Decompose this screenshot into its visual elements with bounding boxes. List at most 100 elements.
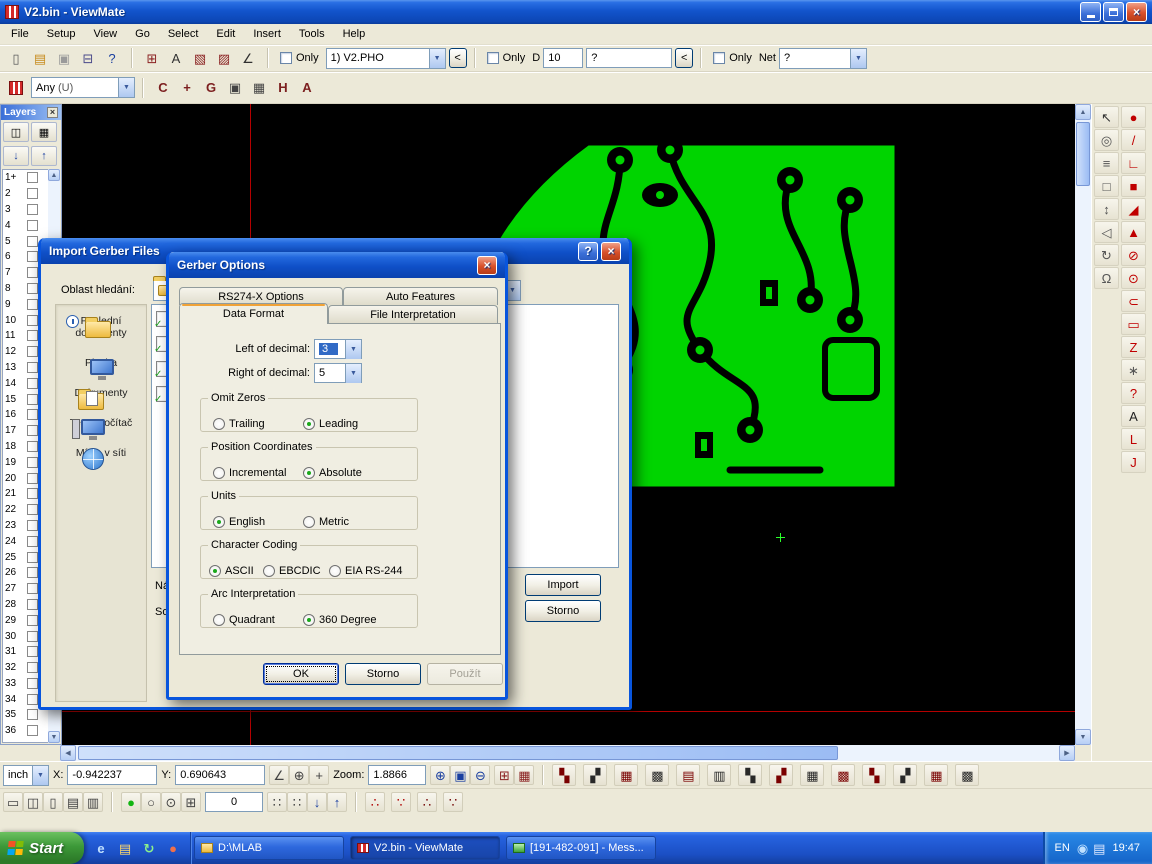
scroll-down-icon[interactable]: ▼ [48, 731, 60, 743]
layer-swatch[interactable] [27, 220, 38, 231]
layer-swatch[interactable] [27, 552, 38, 563]
pad-pattern-icon[interactable]: ∵ [443, 792, 463, 812]
radio-quadrant[interactable]: Quadrant [213, 614, 275, 626]
radio-leading[interactable]: Leading [303, 418, 358, 430]
tab-auto-features[interactable]: Auto Features [343, 287, 498, 305]
origin-icon[interactable]: ⊕ [289, 765, 309, 785]
zoom-out-icon[interactable]: ⊖ [470, 765, 490, 785]
layer-swatch[interactable] [27, 536, 38, 547]
film-view-icon[interactable]: ▭ [3, 792, 23, 812]
restore-button[interactable] [1103, 2, 1124, 22]
layer-row[interactable]: 1+ [3, 170, 49, 186]
dcode-pattern-icon[interactable]: ▦ [924, 764, 948, 786]
dcode-pattern-icon[interactable]: ▦ [800, 764, 824, 786]
layer-swatch[interactable] [27, 678, 38, 689]
layer-swatch[interactable] [27, 315, 38, 326]
layer-swatch[interactable] [27, 646, 38, 657]
ok-button[interactable]: OK [263, 663, 339, 685]
radio-360-degree[interactable]: 360 Degree [303, 614, 377, 626]
only-net-checkbox[interactable]: Only [713, 52, 752, 64]
fill-mode-icon[interactable]: ▧ [188, 47, 212, 69]
layer-table-icon[interactable]: ▦ [31, 122, 57, 142]
layer-swatch[interactable] [27, 662, 38, 673]
scroll-up-icon[interactable]: ▲ [1075, 104, 1091, 120]
rotate-icon[interactable]: ↻ [1094, 244, 1119, 266]
radio-trailing[interactable]: Trailing [213, 418, 265, 430]
measure-xy-icon[interactable]: ∠ [269, 765, 289, 785]
radio-ascii[interactable]: ASCII [209, 565, 254, 577]
crosshair-icon[interactable]: + [309, 765, 329, 785]
measure-icon[interactable]: ∠ [236, 47, 260, 69]
layer-swatch[interactable] [27, 441, 38, 452]
layer-row[interactable]: 36 [3, 723, 49, 739]
dcode-pattern-icon[interactable]: ▩ [955, 764, 979, 786]
menu-item[interactable]: View [84, 25, 126, 43]
grid-table-icon[interactable]: ▦ [514, 765, 534, 785]
close-button[interactable]: × [1126, 2, 1147, 22]
aperture-h-icon[interactable]: H [271, 77, 295, 99]
dcode-pattern-icon[interactable]: ▥ [707, 764, 731, 786]
radio-english[interactable]: English [213, 516, 265, 528]
probe-dot-icon[interactable]: ⊙ [161, 792, 181, 812]
negative-view-icon[interactable]: ▯ [43, 792, 63, 812]
only-layer-checkbox[interactable]: Only [280, 52, 319, 64]
menu-item[interactable]: File [2, 25, 38, 43]
zoom-window-icon[interactable]: ▣ [450, 765, 470, 785]
layer-stack-icon[interactable]: ≡ [1094, 152, 1119, 174]
dcode-value-field[interactable]: 10 [543, 48, 583, 68]
place-my-computer[interactable]: Tento počítač [58, 417, 144, 429]
draw-pad-icon[interactable]: ● [1121, 106, 1146, 128]
layer-palette-icon[interactable] [4, 77, 28, 99]
move-layer-up-icon[interactable]: ↑ [31, 146, 57, 166]
layer-swatch[interactable] [27, 188, 38, 199]
frame-select-icon[interactable]: □ [1094, 175, 1119, 197]
horizontal-scrollbar[interactable]: ◀ ▶ [60, 745, 1075, 761]
radio-absolute[interactable]: Absolute [303, 467, 362, 479]
layer-swatch[interactable] [27, 204, 38, 215]
grid-on-icon[interactable]: ⊞ [494, 765, 514, 785]
pad-pattern-icon[interactable]: ∵ [391, 792, 411, 812]
layer-swatch[interactable] [27, 567, 38, 578]
horizontal-scroll-thumb[interactable] [78, 746, 838, 760]
taskbar-task-mlab[interactable]: D:\MLAB [194, 836, 344, 860]
place-desktop[interactable]: Plocha [58, 357, 144, 369]
start-button[interactable]: Start [0, 832, 84, 864]
dcode-query-field[interactable]: ? [586, 48, 672, 68]
scroll-up-icon[interactable]: ▲ [48, 169, 60, 181]
layer-columns-icon[interactable]: ◫ [3, 122, 29, 142]
magnet-icon[interactable]: Ω [1094, 267, 1119, 289]
layer-swatch[interactable] [27, 378, 38, 389]
layer-swatch[interactable] [27, 504, 38, 515]
tab-data-format[interactable]: Data Format [179, 303, 328, 324]
right-of-decimal-combo[interactable]: 5 ▼ [314, 363, 362, 383]
dcode-pattern-icon[interactable]: ▞ [769, 764, 793, 786]
clock[interactable]: 19:47 [1112, 842, 1140, 854]
dcode-pattern-icon[interactable]: ▚ [552, 764, 576, 786]
layer-swatch[interactable] [27, 631, 38, 642]
l-command-icon[interactable]: L [1121, 428, 1146, 450]
net-combo[interactable]: ? ▼ [779, 48, 867, 69]
language-indicator[interactable]: EN [1055, 842, 1070, 854]
layer-swatch[interactable] [27, 299, 38, 310]
prev-layer-button[interactable]: < [449, 48, 467, 68]
layer-combo[interactable]: 1) V2.PHO ▼ [326, 48, 446, 69]
menu-item[interactable]: Insert [244, 25, 290, 43]
aperture-c-icon[interactable]: C [151, 77, 175, 99]
dot-grid-snap-icon[interactable]: ∷ [287, 792, 307, 812]
redraw-icon[interactable]: ◎ [1094, 129, 1119, 151]
layer-swatch[interactable] [27, 330, 38, 341]
open-folder-icon[interactable]: ▤ [28, 47, 52, 69]
layer-swatch[interactable] [27, 725, 38, 736]
text-tool-icon[interactable]: A [1121, 405, 1146, 427]
dcode-pattern-icon[interactable]: ▩ [645, 764, 669, 786]
dcode-pattern-icon[interactable]: ▚ [862, 764, 886, 786]
ie-icon[interactable]: e [92, 839, 110, 857]
move-layer-down-icon[interactable]: ↓ [3, 146, 29, 166]
print-icon[interactable]: ⊟ [76, 47, 100, 69]
unit-combo[interactable]: inch ▼ [3, 765, 49, 786]
layer-swatch[interactable] [27, 425, 38, 436]
layer-swatch[interactable] [27, 599, 38, 610]
layer-row[interactable]: 4 [3, 217, 49, 233]
aperture-g-icon[interactable]: G [199, 77, 223, 99]
draw-circle-slash-icon[interactable]: ⊘ [1121, 244, 1146, 266]
